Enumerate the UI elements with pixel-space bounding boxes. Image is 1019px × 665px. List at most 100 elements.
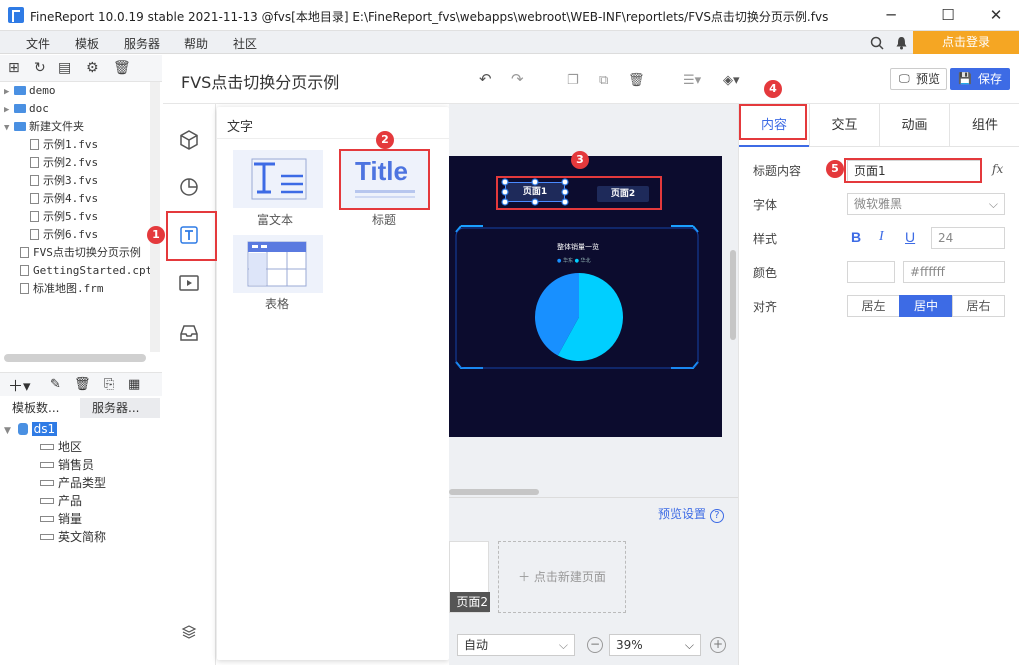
tree-item[interactable]: GettingStarted.cpt xyxy=(20,262,152,280)
edit-icon[interactable]: ✎ xyxy=(50,377,61,392)
folder-icon xyxy=(14,122,26,131)
save-button[interactable]: 💾 保存 xyxy=(950,68,1010,90)
preview-settings-link[interactable]: 预览设置 ? xyxy=(658,505,724,523)
delete-component-icon[interactable]: 🗑 xyxy=(628,73,645,88)
server-data-icon[interactable]: ▦ xyxy=(128,377,140,392)
tree-item[interactable]: FVS点击切换分页示例 xyxy=(20,244,141,262)
delete-icon[interactable]: 🗑 xyxy=(113,60,131,76)
dataset-field[interactable]: 销售员 xyxy=(40,456,94,474)
align-icon[interactable]: ☰▾ xyxy=(683,73,701,88)
title-bar: FineReport 10.0.19 stable 2021-11-13 @fv… xyxy=(0,0,1019,31)
dataset-node[interactable]: ▼ ds1 xyxy=(4,420,58,440)
trash-icon[interactable]: 🗑 xyxy=(74,377,91,392)
minimize-button[interactable]: ─ xyxy=(873,3,909,27)
tree-item[interactable]: 示例3.fvs xyxy=(30,172,98,190)
sidebar-3d-component[interactable] xyxy=(163,118,215,162)
tree-item[interactable]: ▶ demo xyxy=(4,82,56,100)
properties-icon[interactable]: ▤ xyxy=(58,60,71,76)
sidebar-container-component[interactable] xyxy=(163,311,215,355)
sidebar-media-component[interactable] xyxy=(163,261,215,305)
login-button[interactable]: 点击登录 xyxy=(913,31,1019,54)
tree-item[interactable]: 标准地图.frm xyxy=(20,280,104,298)
property-panel: 内容 交互 动画 组件 标题内容 页面1 fx 字体 微软雅黑 ⌵ 样式 B I … xyxy=(738,104,1019,665)
tree-scrollbar[interactable] xyxy=(150,82,160,352)
align-right-button[interactable]: 居右 xyxy=(952,295,1005,317)
align-label: 对齐 xyxy=(753,300,778,314)
font-select[interactable]: 微软雅黑 ⌵ xyxy=(847,193,1005,215)
align-left-button[interactable]: 居左 xyxy=(847,295,900,317)
new-file-icon[interactable]: ⊞ xyxy=(8,60,20,76)
zoom-out-icon[interactable]: − xyxy=(587,637,603,653)
layers-icon xyxy=(181,625,197,639)
auto-select[interactable]: 自动 ⌵ xyxy=(457,634,575,656)
tree-item[interactable]: 示例4.fvs xyxy=(30,190,98,208)
copy-icon[interactable]: ❐ xyxy=(567,73,579,88)
file-icon xyxy=(30,175,39,186)
new-page-button[interactable]: ＋ 点击新建页面 xyxy=(498,541,626,613)
color-swatch[interactable] xyxy=(847,261,895,283)
tree-item[interactable]: 示例2.fvs xyxy=(30,154,98,172)
italic-button[interactable]: I xyxy=(879,229,884,245)
bell-icon[interactable] xyxy=(895,36,908,50)
expand-icon[interactable]: ▼ xyxy=(4,422,14,440)
file-tree: ▶ demo ▶ doc ▼ 新建文件夹 示例1.fvs 示例2.fvs 示例3.fvs 示例4.… xyxy=(0,82,162,352)
align-center-button[interactable]: 居中 xyxy=(899,295,953,317)
expand-icon[interactable]: ▶ xyxy=(4,83,14,101)
paste-icon[interactable]: ⧉ xyxy=(599,73,608,88)
tree-item[interactable]: 示例1.fvs xyxy=(30,136,98,154)
table-item[interactable] xyxy=(233,235,323,293)
formula-button[interactable]: fx xyxy=(992,162,1003,176)
sidebar-layers[interactable] xyxy=(163,610,215,654)
menu-file[interactable]: 文件 xyxy=(26,35,50,52)
preview-button[interactable]: 🖵 预览 xyxy=(890,68,947,90)
tree-item[interactable]: ▼ 新建文件夹 xyxy=(4,118,84,136)
zoom-select[interactable]: 39% ⌵ xyxy=(609,634,701,656)
align-group: 居左 居中 居右 xyxy=(847,295,1005,317)
tab-component[interactable]: 组件 xyxy=(949,104,1019,147)
page-thumbnail[interactable]: 页面2 xyxy=(449,541,490,613)
expand-icon[interactable]: ▶ xyxy=(4,101,14,119)
tab-server-data[interactable]: 服务器... xyxy=(80,398,160,418)
collapse-icon[interactable]: ▼ xyxy=(4,119,14,137)
bold-button[interactable]: B xyxy=(851,229,861,245)
step-badge-1: 1 xyxy=(147,226,165,244)
settings-icon[interactable]: ⚙ xyxy=(86,60,99,76)
layer-icon[interactable]: ◈▾ xyxy=(723,73,740,88)
canvas-vscroll[interactable] xyxy=(728,130,738,500)
font-size-input[interactable]: 24 xyxy=(931,227,1005,249)
canvas-hscroll[interactable] xyxy=(449,489,539,495)
tree-item[interactable]: 示例5.fvs xyxy=(30,208,98,226)
redo-icon[interactable]: ↷ xyxy=(511,70,524,88)
undo-icon[interactable]: ↶ xyxy=(479,70,492,88)
dataset-field[interactable]: 销量 xyxy=(40,510,82,528)
tab-template-data[interactable]: 模板数... xyxy=(0,398,80,418)
field-icon xyxy=(40,534,54,540)
menu-help[interactable]: 帮助 xyxy=(184,35,208,52)
preview-data-icon[interactable]: ⎘ xyxy=(104,377,114,392)
dataset-field[interactable]: 产品类型 xyxy=(40,474,106,492)
tab-animation[interactable]: 动画 xyxy=(879,104,949,147)
zoom-in-icon[interactable]: + xyxy=(710,637,726,653)
tree-item[interactable]: 示例6.fvs xyxy=(30,226,98,244)
menu-server[interactable]: 服务器 xyxy=(124,35,160,52)
chart-title: 整体销量一览 xyxy=(557,243,599,251)
color-hex-input[interactable]: #ffffff xyxy=(903,261,1005,283)
dataset-field[interactable]: 英文简称 xyxy=(40,528,106,546)
menu-community[interactable]: 社区 xyxy=(233,35,257,52)
refresh-icon[interactable]: ↻ xyxy=(34,60,46,76)
sidebar-chart-component[interactable] xyxy=(163,165,215,209)
menu-template[interactable]: 模板 xyxy=(75,35,99,52)
chevron-down-icon: ⌵ xyxy=(988,197,998,211)
underline-button[interactable]: U xyxy=(905,229,915,245)
search-icon[interactable] xyxy=(870,36,884,50)
tab-interaction[interactable]: 交互 xyxy=(809,104,879,147)
maximize-button[interactable]: ☐ xyxy=(930,3,966,27)
close-button[interactable]: ✕ xyxy=(978,3,1014,27)
tree-hscrollbar[interactable] xyxy=(4,354,146,362)
add-dataset-icon[interactable]: ＋▾ xyxy=(8,375,31,396)
tree-item[interactable]: ▶ doc xyxy=(4,100,49,118)
media-icon xyxy=(179,275,199,291)
dataset-field[interactable]: 产品 xyxy=(40,492,82,510)
rich-text-item[interactable] xyxy=(233,150,323,208)
dataset-field[interactable]: 地区 xyxy=(40,438,82,456)
